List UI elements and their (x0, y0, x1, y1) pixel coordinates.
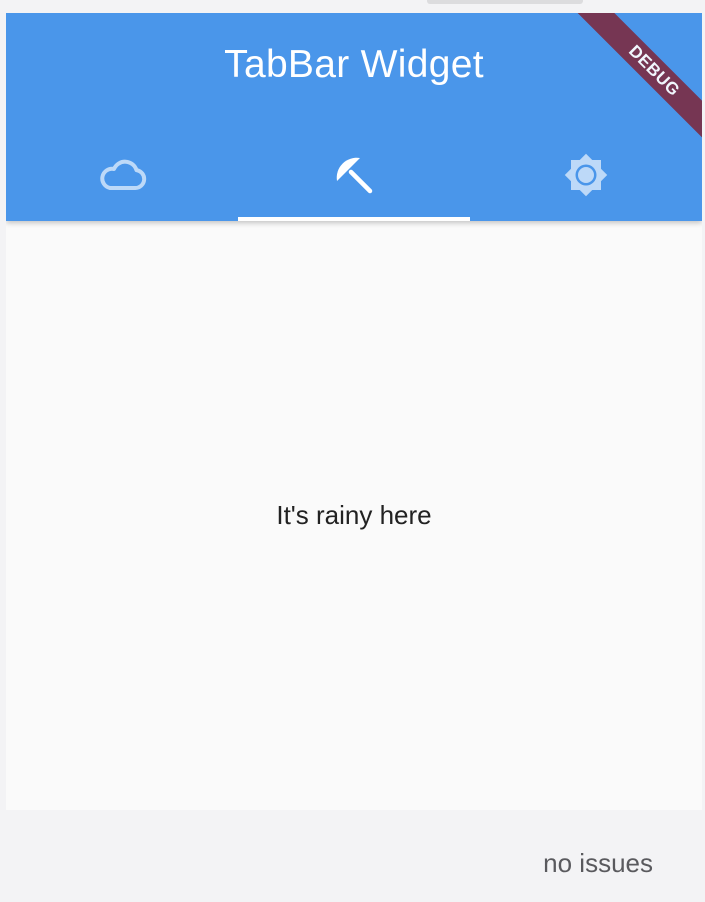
app-bar: TabBar Widget (6, 13, 702, 221)
tab-content: It's rainy here (6, 221, 702, 810)
window-top-handle (427, 0, 583, 4)
selected-tab-indicator (238, 217, 470, 221)
device-screen: TabBar Widget DEBUG It's rainy here (6, 13, 702, 810)
tab-rainy[interactable] (238, 129, 470, 221)
beach-umbrella-icon (336, 157, 373, 194)
brightness-sun-icon (564, 153, 608, 197)
app-root: TabBar Widget DEBUG It's rainy here no i… (0, 0, 705, 902)
tab-sunny[interactable] (470, 129, 702, 221)
tab-bar (6, 129, 702, 221)
cloud-outline-icon (100, 159, 147, 191)
status-text: no issues (543, 848, 653, 878)
tab-cloudy[interactable] (6, 129, 238, 221)
page-title: TabBar Widget (224, 43, 484, 86)
tab-content-text: It's rainy here (276, 500, 432, 530)
